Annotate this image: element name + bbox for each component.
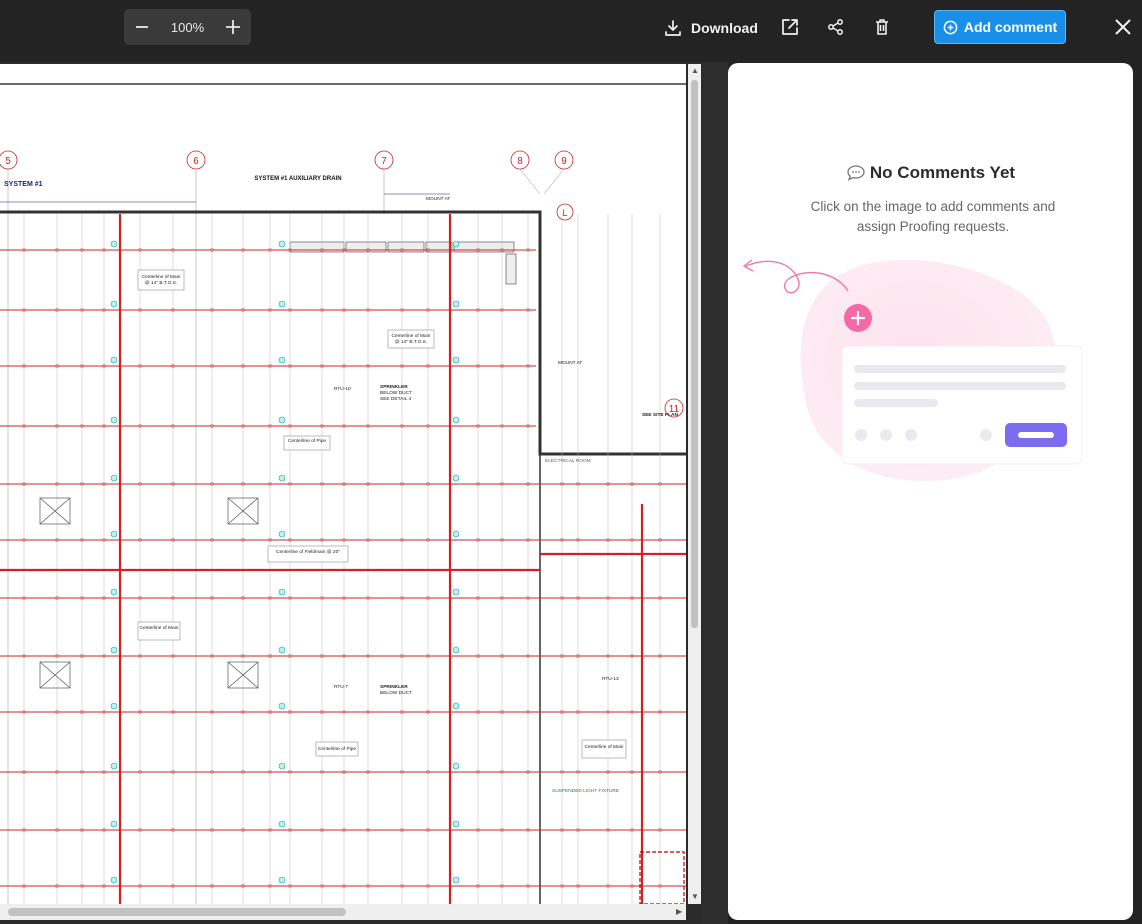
add-comment-button[interactable]: Add comment xyxy=(934,10,1066,44)
add-comment-label: Add comment xyxy=(963,19,1058,35)
grid-marker-9: 9 xyxy=(561,156,567,167)
grid-marker-5: 5 xyxy=(5,156,11,167)
svg-text:SEE SITE PLAN: SEE SITE PLAN xyxy=(642,412,679,418)
svg-text:SUSPENDED LIGHT FIXTURE: SUSPENDED LIGHT FIXTURE xyxy=(552,788,619,794)
grid-marker-7: 7 xyxy=(381,156,387,167)
horizontal-scrollbar[interactable]: ▶ xyxy=(0,904,686,920)
grid-marker-6: 6 xyxy=(193,156,199,167)
share-icon xyxy=(828,19,843,35)
zoom-control: 100% xyxy=(124,9,251,45)
svg-text:RTU-7: RTU-7 xyxy=(334,684,348,690)
scroll-right-arrow[interactable]: ▶ xyxy=(676,907,682,916)
svg-text:BELOW DUCT: BELOW DUCT xyxy=(380,390,412,396)
delete-button[interactable] xyxy=(871,16,893,38)
svg-text:SPRINKLER: SPRINKLER xyxy=(380,384,408,390)
svg-text:@ 14" B.T.O.S.: @ 14" B.T.O.S. xyxy=(145,280,177,286)
open-external-button[interactable] xyxy=(779,16,801,38)
download-button[interactable]: Download xyxy=(664,16,758,40)
svg-text:RTU-13: RTU-13 xyxy=(602,676,619,682)
vertical-scrollbar[interactable]: ▲ ▼ xyxy=(688,64,701,904)
svg-text:BELOW DUCT: BELOW DUCT xyxy=(380,690,412,696)
empty-state-title: No Comments Yet xyxy=(869,163,1016,182)
svg-text:Centerline of Main: Centerline of Main xyxy=(392,333,431,339)
comment-bubble-icon xyxy=(847,165,865,181)
svg-text:@ 14" B.T.O.S.: @ 14" B.T.O.S. xyxy=(395,339,427,345)
close-icon xyxy=(1115,19,1131,35)
empty-state-description: Click on the image to add comments and a… xyxy=(810,199,1056,234)
svg-text:Centerline of Fieldmain @ 20": Centerline of Fieldmain @ 20" xyxy=(276,549,340,555)
grid-marker-8: 8 xyxy=(517,156,523,167)
svg-text:ELECTRICAL ROOM: ELECTRICAL ROOM xyxy=(545,458,591,464)
note-centerline-main-1: Centerline of Main xyxy=(142,274,181,280)
row-marker-l: L xyxy=(562,208,567,218)
share-button[interactable] xyxy=(825,16,847,38)
svg-text:RTU-10: RTU-10 xyxy=(334,386,351,392)
plus-icon xyxy=(226,20,240,34)
external-link-icon xyxy=(782,19,798,35)
svg-text:Centerline of Main: Centerline of Main xyxy=(585,744,624,750)
download-label: Download xyxy=(691,20,758,36)
fire-sprinkler-plan-drawing: 5 6 7 8 9 L 11 SYSTEM #1 SYSTEM #1 AUXIL… xyxy=(0,64,686,904)
scroll-up-arrow[interactable]: ▲ xyxy=(691,66,699,75)
aux-drain-title: SYSTEM #1 AUXILIARY DRAIN xyxy=(254,176,341,182)
scroll-down-arrow[interactable]: ▼ xyxy=(691,892,699,901)
minus-icon xyxy=(136,26,148,28)
horizontal-scroll-thumb[interactable] xyxy=(8,908,346,916)
download-icon xyxy=(665,20,681,36)
viewer-gutter xyxy=(703,62,728,924)
svg-text:MOUNT AT: MOUNT AT xyxy=(558,360,582,366)
drawing-canvas[interactable]: 5 6 7 8 9 L 11 SYSTEM #1 SYSTEM #1 AUXIL… xyxy=(0,64,686,904)
empty-comments-illustration xyxy=(742,259,1083,482)
empty-state-heading: No Comments Yet xyxy=(728,163,1133,183)
zoom-level: 100% xyxy=(170,19,205,35)
svg-text:Centerline of Pipe: Centerline of Pipe xyxy=(288,438,326,444)
system-label: SYSTEM #1 xyxy=(4,181,43,188)
zoom-in-button[interactable] xyxy=(215,9,251,45)
close-button[interactable] xyxy=(1112,16,1134,38)
add-comment-icon xyxy=(943,20,958,34)
svg-text:Centerline of Pipe: Centerline of Pipe xyxy=(318,746,356,752)
zoom-out-button[interactable] xyxy=(124,9,160,45)
trash-icon xyxy=(876,19,888,35)
svg-text:SEE DETAIL 4: SEE DETAIL 4 xyxy=(380,396,412,402)
vertical-scroll-thumb[interactable] xyxy=(691,80,698,628)
comments-panel: No Comments Yet Click on the image to ad… xyxy=(728,63,1133,920)
top-toolbar: 100% Download Add comment xyxy=(0,0,1142,56)
svg-text:Centerline of Main: Centerline of Main xyxy=(140,625,179,631)
document-viewer: 5 6 7 8 9 L 11 SYSTEM #1 SYSTEM #1 AUXIL… xyxy=(0,62,703,924)
svg-text:SPRINKLER: SPRINKLER xyxy=(380,684,408,690)
svg-text:MOUNT AT: MOUNT AT xyxy=(426,196,450,202)
